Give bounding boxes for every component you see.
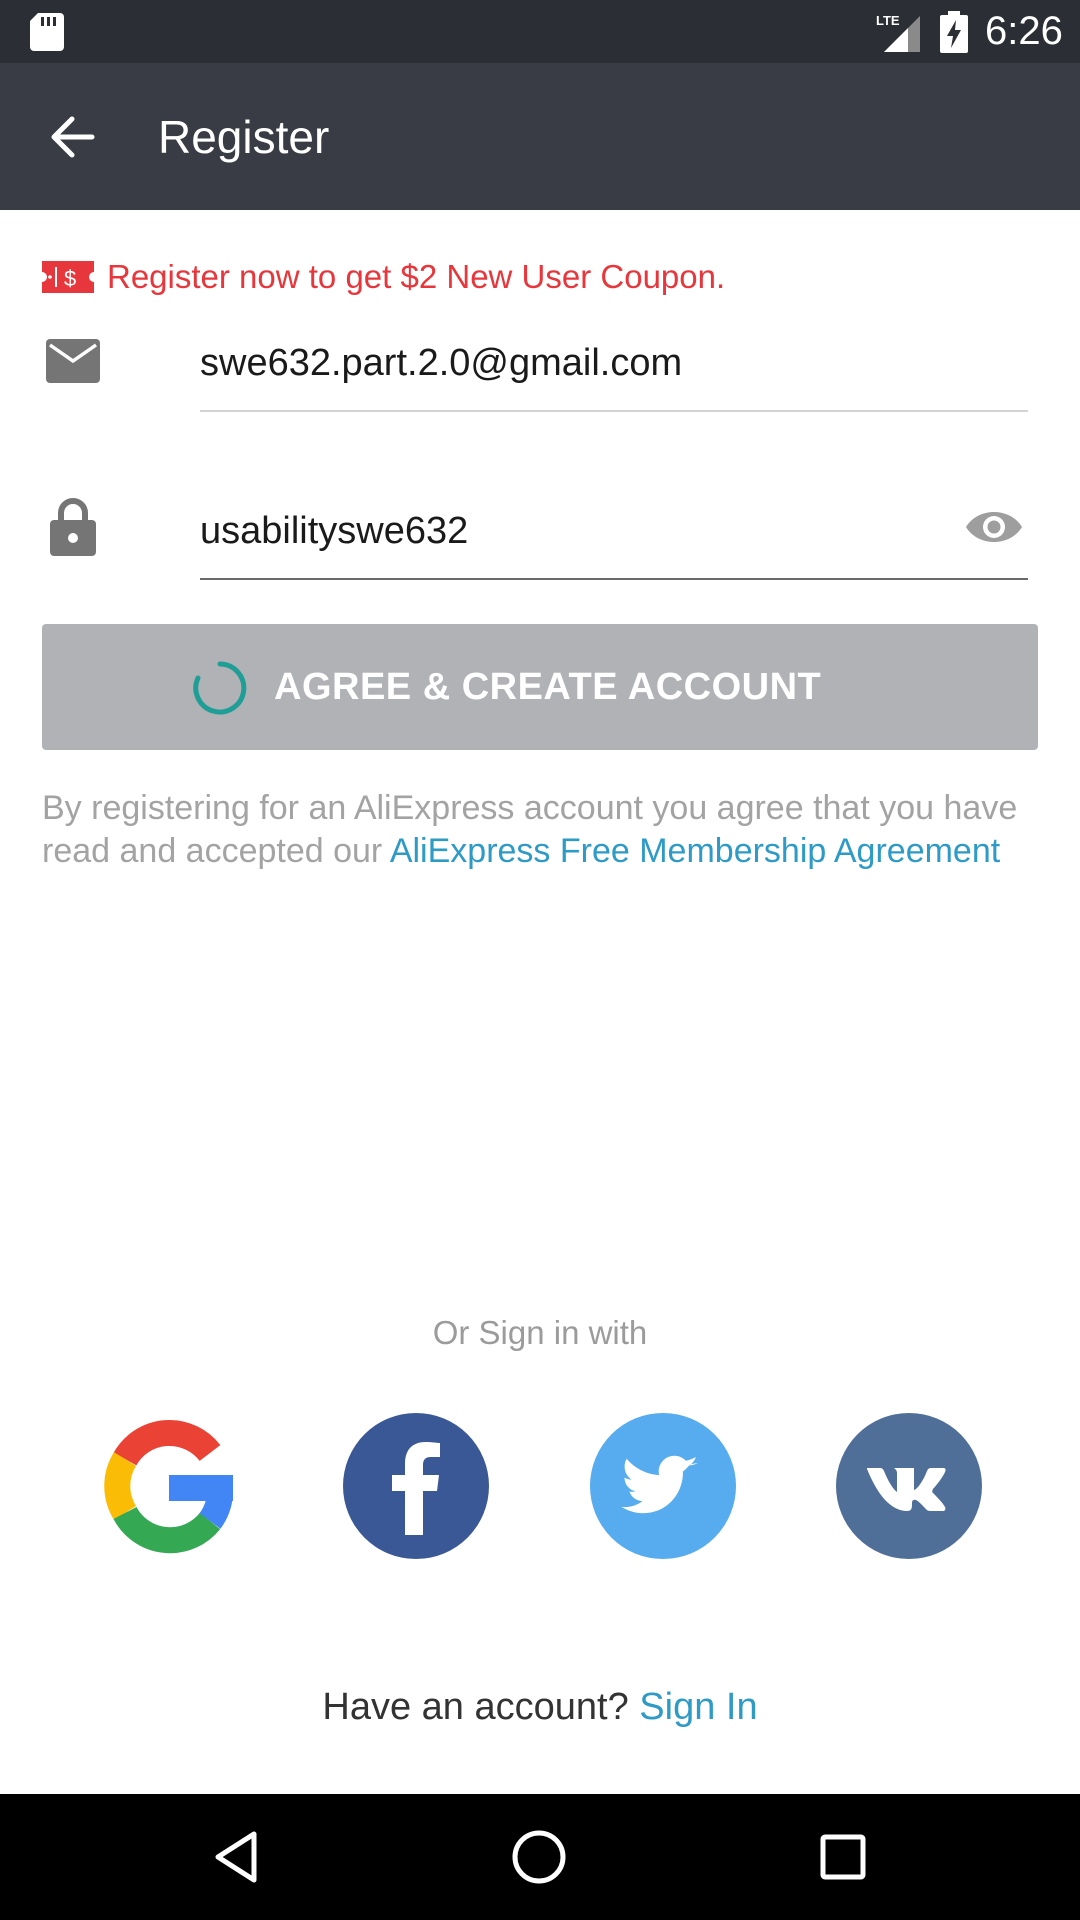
svg-text:LTE: LTE xyxy=(876,13,900,28)
coupon-text: Register now to get $2 New User Coupon. xyxy=(107,258,726,295)
nav-home-icon[interactable] xyxy=(506,1824,572,1890)
twitter-signin-button[interactable] xyxy=(590,1413,736,1559)
password-field[interactable]: usabilityswe632 xyxy=(200,498,1028,580)
signal-icon: LTE xyxy=(876,13,920,52)
facebook-signin-button[interactable] xyxy=(343,1413,489,1559)
app-bar: Register xyxy=(0,63,1080,210)
have-account-row: Have an account? Sign In xyxy=(0,1684,1080,1730)
vk-signin-button[interactable] xyxy=(836,1413,982,1559)
sd-card-icon xyxy=(30,13,64,51)
twitter-icon xyxy=(621,1455,698,1514)
sign-in-link[interactable]: Sign In xyxy=(639,1686,757,1728)
loading-spinner-icon xyxy=(193,661,247,715)
vk-icon xyxy=(867,1468,946,1511)
nav-recents-icon[interactable] xyxy=(810,1824,876,1890)
email-value: swe632.part.2.0@gmail.com xyxy=(200,342,683,384)
agree-create-account-button[interactable]: AGREE & CREATE ACCOUNT xyxy=(42,624,1038,750)
eye-icon[interactable] xyxy=(964,506,1024,548)
navigation-bar xyxy=(0,1794,1080,1920)
google-icon xyxy=(104,1419,233,1554)
mail-icon xyxy=(46,339,100,383)
status-time: 6:26 xyxy=(985,9,1063,53)
terms-text: By registering for an AliExpress account… xyxy=(42,787,1042,873)
coupon-icon: $ xyxy=(42,261,94,293)
google-signin-button[interactable] xyxy=(96,1413,242,1559)
have-account-prompt: Have an account? xyxy=(322,1686,629,1728)
nav-back-icon[interactable] xyxy=(204,1824,270,1890)
status-bar: LTE 6:26 xyxy=(0,0,1080,63)
password-value: usabilityswe632 xyxy=(200,510,469,552)
facebook-icon xyxy=(392,1442,440,1535)
battery-charging-icon xyxy=(940,11,968,53)
create-button-label: AGREE & CREATE ACCOUNT xyxy=(274,666,822,708)
lock-icon xyxy=(50,498,96,556)
svg-text:$: $ xyxy=(64,266,76,291)
email-field[interactable]: swe632.part.2.0@gmail.com xyxy=(200,330,1028,412)
page-title: Register xyxy=(158,111,330,163)
membership-agreement-link[interactable]: AliExpress Free Membership Agreement xyxy=(390,832,1000,870)
coupon-banner: $ Register now to get $2 New User Coupon… xyxy=(42,257,725,297)
arrow-back-icon[interactable] xyxy=(44,109,100,165)
or-sign-in-heading: Or Sign in with xyxy=(432,1314,648,1351)
